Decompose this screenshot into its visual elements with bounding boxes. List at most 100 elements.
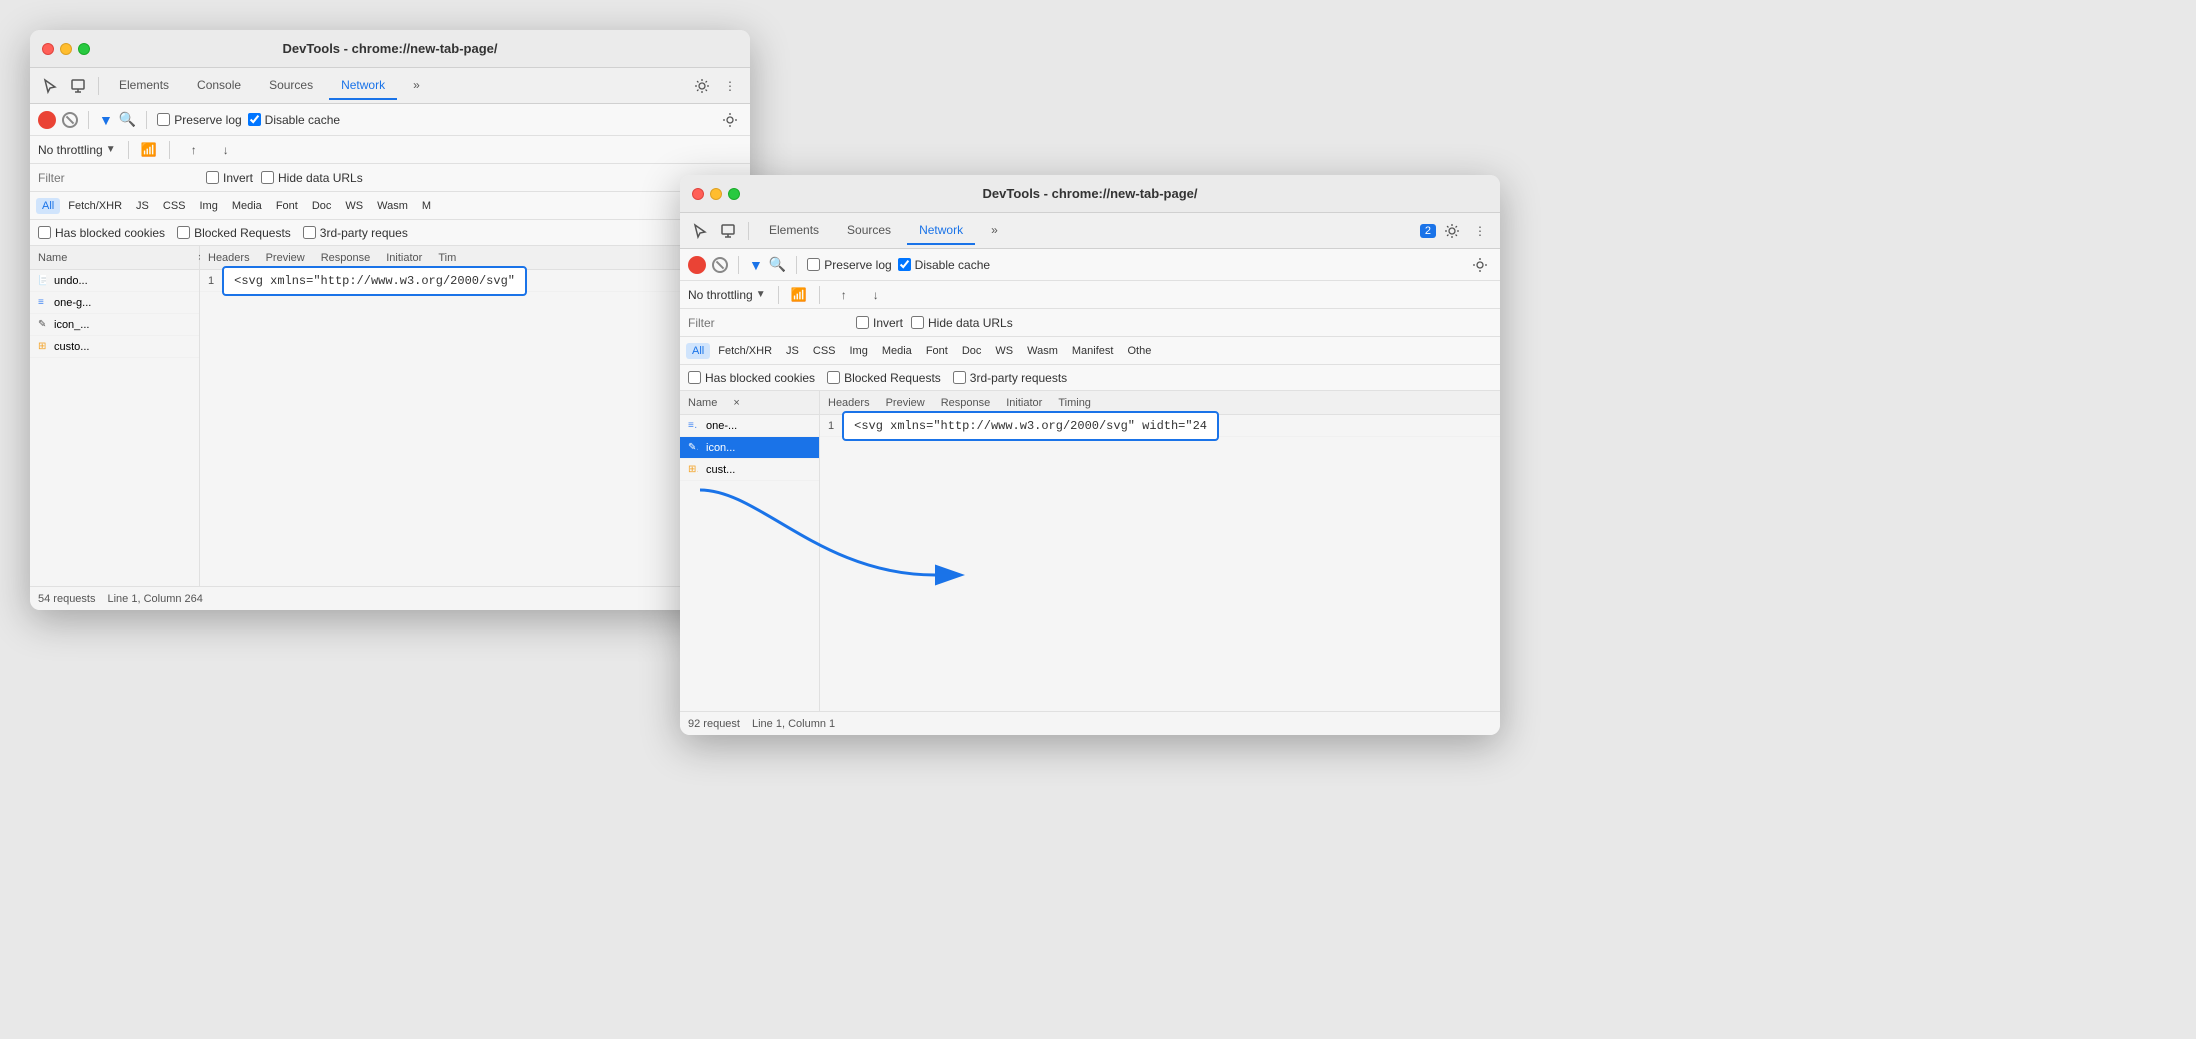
filter-input-2[interactable] xyxy=(688,313,848,333)
preserve-log-checkbox-1[interactable] xyxy=(157,113,170,126)
inspect-icon[interactable] xyxy=(66,74,90,98)
invert-checkbox-2[interactable] xyxy=(856,316,869,329)
settings-icon-2[interactable] xyxy=(1440,219,1464,243)
filter-other-2[interactable]: Othe xyxy=(1121,343,1157,359)
response-row-1: 1 <svg xmlns="http://www.w3.org/2000/svg… xyxy=(200,270,750,292)
disable-cache-label-1[interactable]: Disable cache xyxy=(248,113,340,127)
blocked-requests-checkbox-1[interactable] xyxy=(177,226,190,239)
upload-icon-1[interactable]: ↑ xyxy=(182,138,206,162)
preserve-log-label-2[interactable]: Preserve log xyxy=(807,258,891,272)
filter-wasm-1[interactable]: Wasm xyxy=(371,198,414,214)
cursor-icon-2[interactable] xyxy=(688,219,712,243)
stop-recording-icon-1[interactable] xyxy=(62,112,78,128)
tab-more-1[interactable]: » xyxy=(401,72,432,100)
filter-fetch-1[interactable]: Fetch/XHR xyxy=(62,198,128,214)
third-party-checkbox-1[interactable] xyxy=(303,226,316,239)
table-row-cust-2[interactable]: ⊞ cust... xyxy=(680,459,819,481)
blocked-cookies-label-1[interactable]: Has blocked cookies xyxy=(38,226,165,240)
filter-media-1[interactable]: Media xyxy=(226,198,268,214)
filter-ws-1[interactable]: WS xyxy=(339,198,369,214)
tab-elements-2[interactable]: Elements xyxy=(757,217,831,245)
invert-label-1[interactable]: Invert xyxy=(206,171,253,185)
blocked-cookies-label-2[interactable]: Has blocked cookies xyxy=(688,371,815,385)
blocked-requests-label-2[interactable]: Blocked Requests xyxy=(827,371,941,385)
hide-data-urls-label-1[interactable]: Hide data URLs xyxy=(261,171,363,185)
third-party-checkbox-2[interactable] xyxy=(953,371,966,384)
filter-font-1[interactable]: Font xyxy=(270,198,304,214)
filter-css-2[interactable]: CSS xyxy=(807,343,842,359)
search-icon-1[interactable]: 🔍 xyxy=(119,111,136,128)
search-icon-2[interactable]: 🔍 xyxy=(769,256,786,273)
filter-img-1[interactable]: Img xyxy=(194,198,224,214)
table-row-icon-1[interactable]: ✎ icon_... xyxy=(30,314,199,336)
table-row-onew-2[interactable]: ≡ one-... xyxy=(680,415,819,437)
filter-doc-1[interactable]: Doc xyxy=(306,198,338,214)
cursor-icon[interactable] xyxy=(38,74,62,98)
table-row-oneg-1[interactable]: ≡ one-g... xyxy=(30,292,199,314)
inspect-icon-2[interactable] xyxy=(716,219,740,243)
filter-manifest-2[interactable]: Manifest xyxy=(1066,343,1120,359)
filter-js-2[interactable]: JS xyxy=(780,343,805,359)
filter-doc-2[interactable]: Doc xyxy=(956,343,988,359)
blocked-requests-label-1[interactable]: Blocked Requests xyxy=(177,226,291,240)
filter-wasm-2[interactable]: Wasm xyxy=(1021,343,1064,359)
filter-icon-2[interactable]: ▼ xyxy=(749,257,763,273)
invert-label-2[interactable]: Invert xyxy=(856,316,903,330)
filter-all-1[interactable]: All xyxy=(36,198,60,214)
record-button-2[interactable] xyxy=(688,256,706,274)
preserve-log-label-1[interactable]: Preserve log xyxy=(157,113,241,127)
throttle-dropdown-1[interactable]: No throttling ▼ xyxy=(38,143,116,157)
minimize-button-2[interactable] xyxy=(710,188,722,200)
filter-ws-2[interactable]: WS xyxy=(989,343,1019,359)
hide-data-urls-checkbox-1[interactable] xyxy=(261,171,274,184)
table-row-custo-1[interactable]: ⊞ custo... xyxy=(30,336,199,358)
disable-cache-label-2[interactable]: Disable cache xyxy=(898,258,990,272)
blocked-requests-checkbox-2[interactable] xyxy=(827,371,840,384)
table-row-undo-1[interactable]: 📄 undo... xyxy=(30,270,199,292)
settings-icon-1[interactable] xyxy=(690,74,714,98)
network-settings-icon-1[interactable] xyxy=(718,108,742,132)
minimize-button-1[interactable] xyxy=(60,43,72,55)
maximize-button-2[interactable] xyxy=(728,188,740,200)
third-party-label-1[interactable]: 3rd-party reques xyxy=(303,226,408,240)
maximize-button-1[interactable] xyxy=(78,43,90,55)
filter-more-1[interactable]: M xyxy=(416,198,437,214)
tab-sources-1[interactable]: Sources xyxy=(257,72,325,100)
filter-font-2[interactable]: Font xyxy=(920,343,954,359)
tab-sources-2[interactable]: Sources xyxy=(835,217,903,245)
tab-network-2[interactable]: Network xyxy=(907,217,975,245)
tab-elements-1[interactable]: Elements xyxy=(107,72,181,100)
filter-fetch-2[interactable]: Fetch/XHR xyxy=(712,343,778,359)
filter-icon-1[interactable]: ▼ xyxy=(99,112,113,128)
filter-all-2[interactable]: All xyxy=(686,343,710,359)
filter-img-2[interactable]: Img xyxy=(844,343,874,359)
tab-more-2[interactable]: » xyxy=(979,217,1010,245)
upload-icon-2[interactable]: ↑ xyxy=(832,283,856,307)
hide-data-urls-label-2[interactable]: Hide data URLs xyxy=(911,316,1013,330)
stop-recording-icon-2[interactable] xyxy=(712,257,728,273)
filter-input-1[interactable] xyxy=(38,168,198,188)
filter-css-1[interactable]: CSS xyxy=(157,198,192,214)
blocked-cookies-checkbox-1[interactable] xyxy=(38,226,51,239)
disable-cache-checkbox-1[interactable] xyxy=(248,113,261,126)
download-icon-2[interactable]: ↓ xyxy=(864,283,888,307)
disable-cache-checkbox-2[interactable] xyxy=(898,258,911,271)
table-row-icon-2[interactable]: ✎ icon... xyxy=(680,437,819,459)
close-button-1[interactable] xyxy=(42,43,54,55)
throttle-dropdown-2[interactable]: No throttling ▼ xyxy=(688,288,766,302)
network-settings-icon-2[interactable] xyxy=(1468,253,1492,277)
more-icon-2[interactable]: ⋮ xyxy=(1468,219,1492,243)
filter-js-1[interactable]: JS xyxy=(130,198,155,214)
filter-media-2[interactable]: Media xyxy=(876,343,918,359)
more-icon-1[interactable]: ⋮ xyxy=(718,74,742,98)
blocked-cookies-checkbox-2[interactable] xyxy=(688,371,701,384)
close-button-2[interactable] xyxy=(692,188,704,200)
tab-network-1[interactable]: Network xyxy=(329,72,397,100)
preserve-log-checkbox-2[interactable] xyxy=(807,258,820,271)
tab-console-1[interactable]: Console xyxy=(185,72,253,100)
third-party-label-2[interactable]: 3rd-party requests xyxy=(953,371,1067,385)
download-icon-1[interactable]: ↓ xyxy=(214,138,238,162)
invert-checkbox-1[interactable] xyxy=(206,171,219,184)
record-button-1[interactable] xyxy=(38,111,56,129)
hide-data-urls-checkbox-2[interactable] xyxy=(911,316,924,329)
